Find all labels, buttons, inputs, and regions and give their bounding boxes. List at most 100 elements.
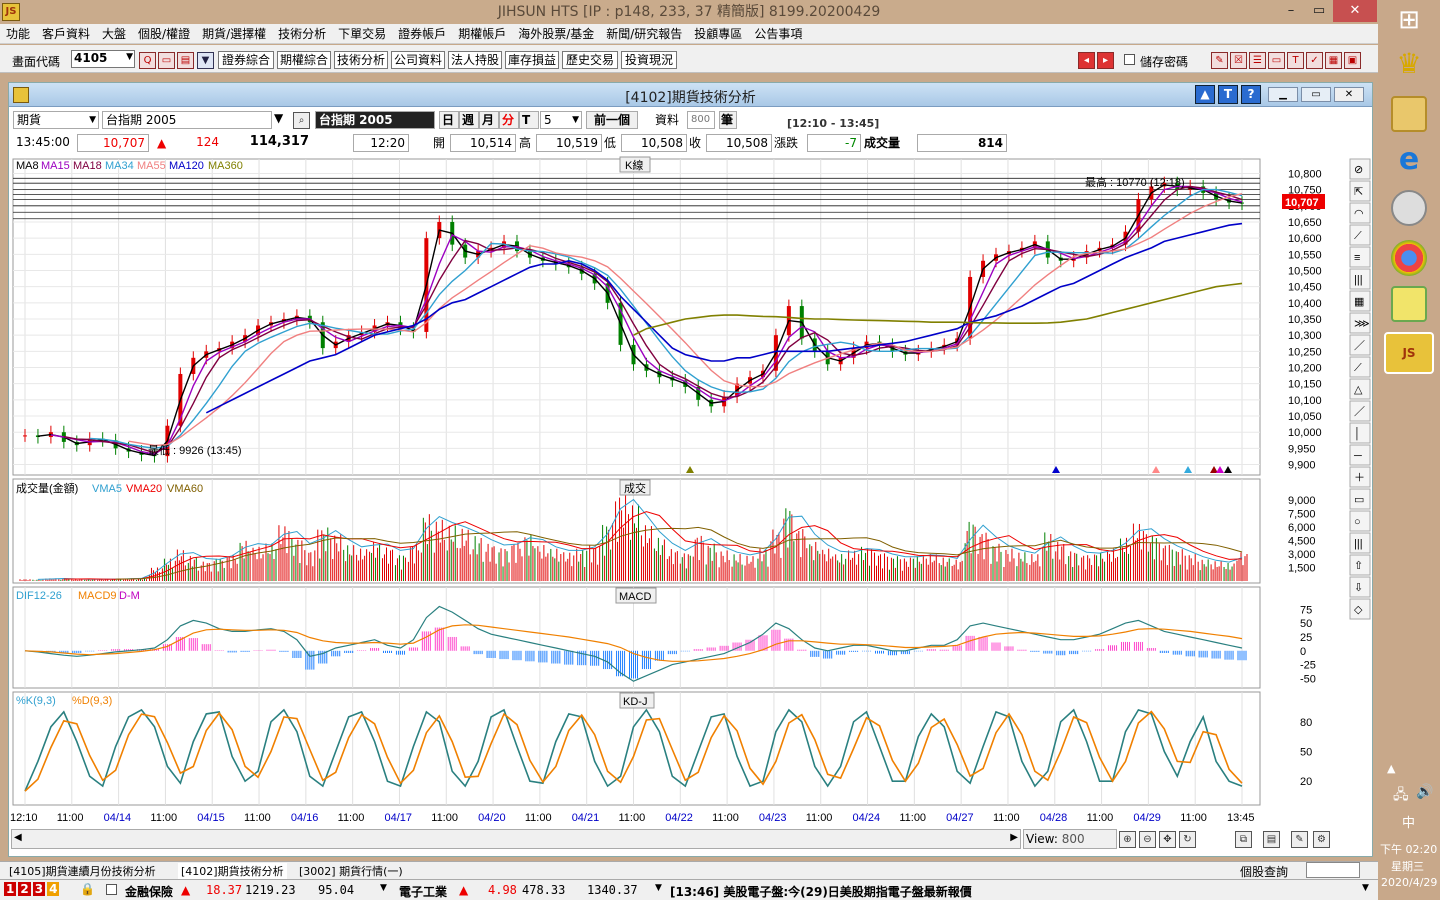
stock-query-input[interactable] [1306,862,1360,878]
chevron-down-icon[interactable]: ▼ [1362,883,1369,893]
news-ticker[interactable]: [13:46] 美股電子盤:今(29)日美股期指電子盤最新報價 [670,883,972,900]
arrow-left-icon[interactable]: ◂ [1078,52,1095,69]
y-tick-label: 10,050 [1288,411,1322,423]
close-button[interactable]: ✕ [1333,0,1377,22]
chrome-icon[interactable] [1391,240,1427,276]
page-number-buttons[interactable]: 1234 [4,882,76,899]
tray-up-icon[interactable]: ▲ [1387,762,1395,775]
check-icon[interactable]: ✓ [1306,52,1323,69]
zoom-in-icon[interactable]: ⊕ [1119,831,1136,848]
menu-item-0[interactable]: 功能 [0,24,36,44]
text-icon[interactable]: T [1287,52,1304,69]
status-checkbox[interactable] [106,884,117,895]
menu-item-3[interactable]: 個股/權證 [132,24,196,44]
chevron-down-icon[interactable]: ▼ [655,883,662,893]
menu-item-8[interactable]: 期權帳戶 [452,24,512,44]
technical-chart[interactable]: 10,80010,75010,70010,65010,60010,55010,5… [10,155,1373,835]
ie-browser-icon[interactable]: e [1391,142,1427,178]
settings-icon[interactable]: ⚙ [1313,831,1330,848]
menu-item-1[interactable]: 客戶資料 [36,24,96,44]
refresh-icon[interactable]: ↻ [1179,831,1196,848]
period-button-2[interactable]: 月 [479,111,499,129]
layout-icon[interactable]: ▤ [1263,831,1280,848]
scroll-left-icon[interactable]: ◀ [14,832,22,843]
toolbar-button-6[interactable]: 歷史交易 [562,51,618,69]
prev-button[interactable]: 前一個 [586,111,638,129]
paint-icon[interactable] [1391,190,1427,226]
chevron-down-icon[interactable]: ▼ [126,52,133,62]
toolbar-button-4[interactable]: 法人持股 [448,51,502,69]
search-icon[interactable]: ⌕ [293,112,310,129]
y-tick-label: 10,200 [1288,363,1322,375]
period-button-0[interactable]: 日 [439,111,459,129]
screen-tab-0[interactable]: [4105]期貨連續月份技術分析 [6,863,159,879]
pen-icon[interactable]: ✎ [1211,52,1228,69]
toolbar-button-1[interactable]: 期權綜合 [277,51,331,69]
period-button-4[interactable]: T [519,111,539,129]
search-icon[interactable]: Q [139,52,156,69]
network-icon[interactable]: 🖧 [1393,784,1409,808]
period-button-3[interactable]: 分 [499,111,519,129]
toolbar-button-0[interactable]: 證券綜合 [218,51,274,69]
list-icon[interactable]: ☰ [1249,52,1266,69]
toolbar-button-2[interactable]: 技術分析 [334,51,388,69]
menu-item-9[interactable]: 海外股票/基金 [512,24,600,44]
lock-icon[interactable]: 🔒 [80,882,95,896]
screen-code-input[interactable]: 4105 ▼ [71,50,135,68]
cancel-icon[interactable]: ☒ [1230,52,1247,69]
print-icon[interactable]: ▤ [177,52,194,69]
screen-tab-1[interactable]: [4102]期貨技術分析 [178,863,287,879]
panel-minimize-button[interactable]: ▁ [1268,87,1298,102]
volume-icon[interactable]: 🔊 [1416,784,1433,800]
up-arrow-icon[interactable]: ▲ [1195,85,1215,104]
edit-icon[interactable]: ✎ [1291,831,1308,848]
ime-indicator[interactable]: 中 [1402,812,1415,831]
contract-dropdown-icon[interactable]: ▼ [274,111,290,129]
jihsun-app-icon[interactable]: JS [1384,332,1434,374]
kind-select[interactable]: 期貨 ▼ [13,111,99,129]
unit-button[interactable]: 筆 [719,111,737,129]
screen-tab-2[interactable]: [3002] 期貨行情(一) [296,863,406,879]
copy-icon[interactable]: ⧉ [1235,831,1252,848]
clock-time[interactable]: 下午 02:20 [1380,841,1437,857]
data-count-input[interactable]: 800 [687,111,715,129]
start-windows-icon[interactable]: ⊞ [1391,2,1427,38]
zoom-out-icon[interactable]: ⊖ [1139,831,1156,848]
toolbar-button-3[interactable]: 公司資料 [391,51,445,69]
minimize-button[interactable]: – [1276,0,1306,22]
period-button-1[interactable]: 週 [459,111,479,129]
save-password-checkbox[interactable] [1124,54,1135,65]
file-explorer-icon[interactable] [1391,96,1427,132]
arrow-right-icon[interactable]: ▸ [1097,52,1114,69]
menu-item-4[interactable]: 期貨/選擇權 [196,24,272,44]
help-icon[interactable]: ? [1241,85,1261,104]
menu-item-5[interactable]: 技術分析 [272,24,332,44]
toolbar-button-7[interactable]: 投資現況 [621,51,677,69]
chart-scrollbar[interactable]: ◀ ▶ [11,829,1021,849]
text-tool-icon[interactable]: T [1218,85,1238,104]
view-box: View: 800 [1023,829,1117,849]
restore-button[interactable]: ▭ [1304,0,1334,22]
panel-close-button[interactable]: ✕ [1334,87,1364,102]
menu-item-7[interactable]: 證券帳戶 [392,24,452,44]
menu-item-10[interactable]: 新聞/研究報告 [600,24,688,44]
menu-item-12[interactable]: 公告事項 [748,24,808,44]
scroll-right-icon[interactable]: ▶ [1010,832,1018,843]
menu-item-2[interactable]: 大盤 [96,24,132,44]
grid-icon[interactable]: ▦ [1325,52,1342,69]
toolbar-button-5[interactable]: 庫存損益 [505,51,559,69]
pan-icon[interactable]: ✥ [1159,831,1176,848]
menu-item-11[interactable]: 投顧專區 [688,24,748,44]
folder-icon[interactable]: ▭ [158,52,175,69]
chevron-down-icon[interactable]: ▼ [380,883,387,893]
menu-item-6[interactable]: 下單交易 [332,24,392,44]
panel-restore-button[interactable]: ▭ [1301,87,1331,102]
tile-icon[interactable]: ▣ [1344,52,1361,69]
dropdown-icon[interactable]: ▼ [197,52,214,69]
minute-select[interactable]: 5 ▼ [540,111,582,129]
sticky-notes-icon[interactable] [1391,286,1427,322]
window-icon[interactable]: ▭ [1268,52,1285,69]
contract-input[interactable]: 台指期 2005 [102,111,272,129]
crown-icon[interactable]: ♛ [1391,46,1427,82]
y-tick-label: 10,000 [1288,427,1322,439]
